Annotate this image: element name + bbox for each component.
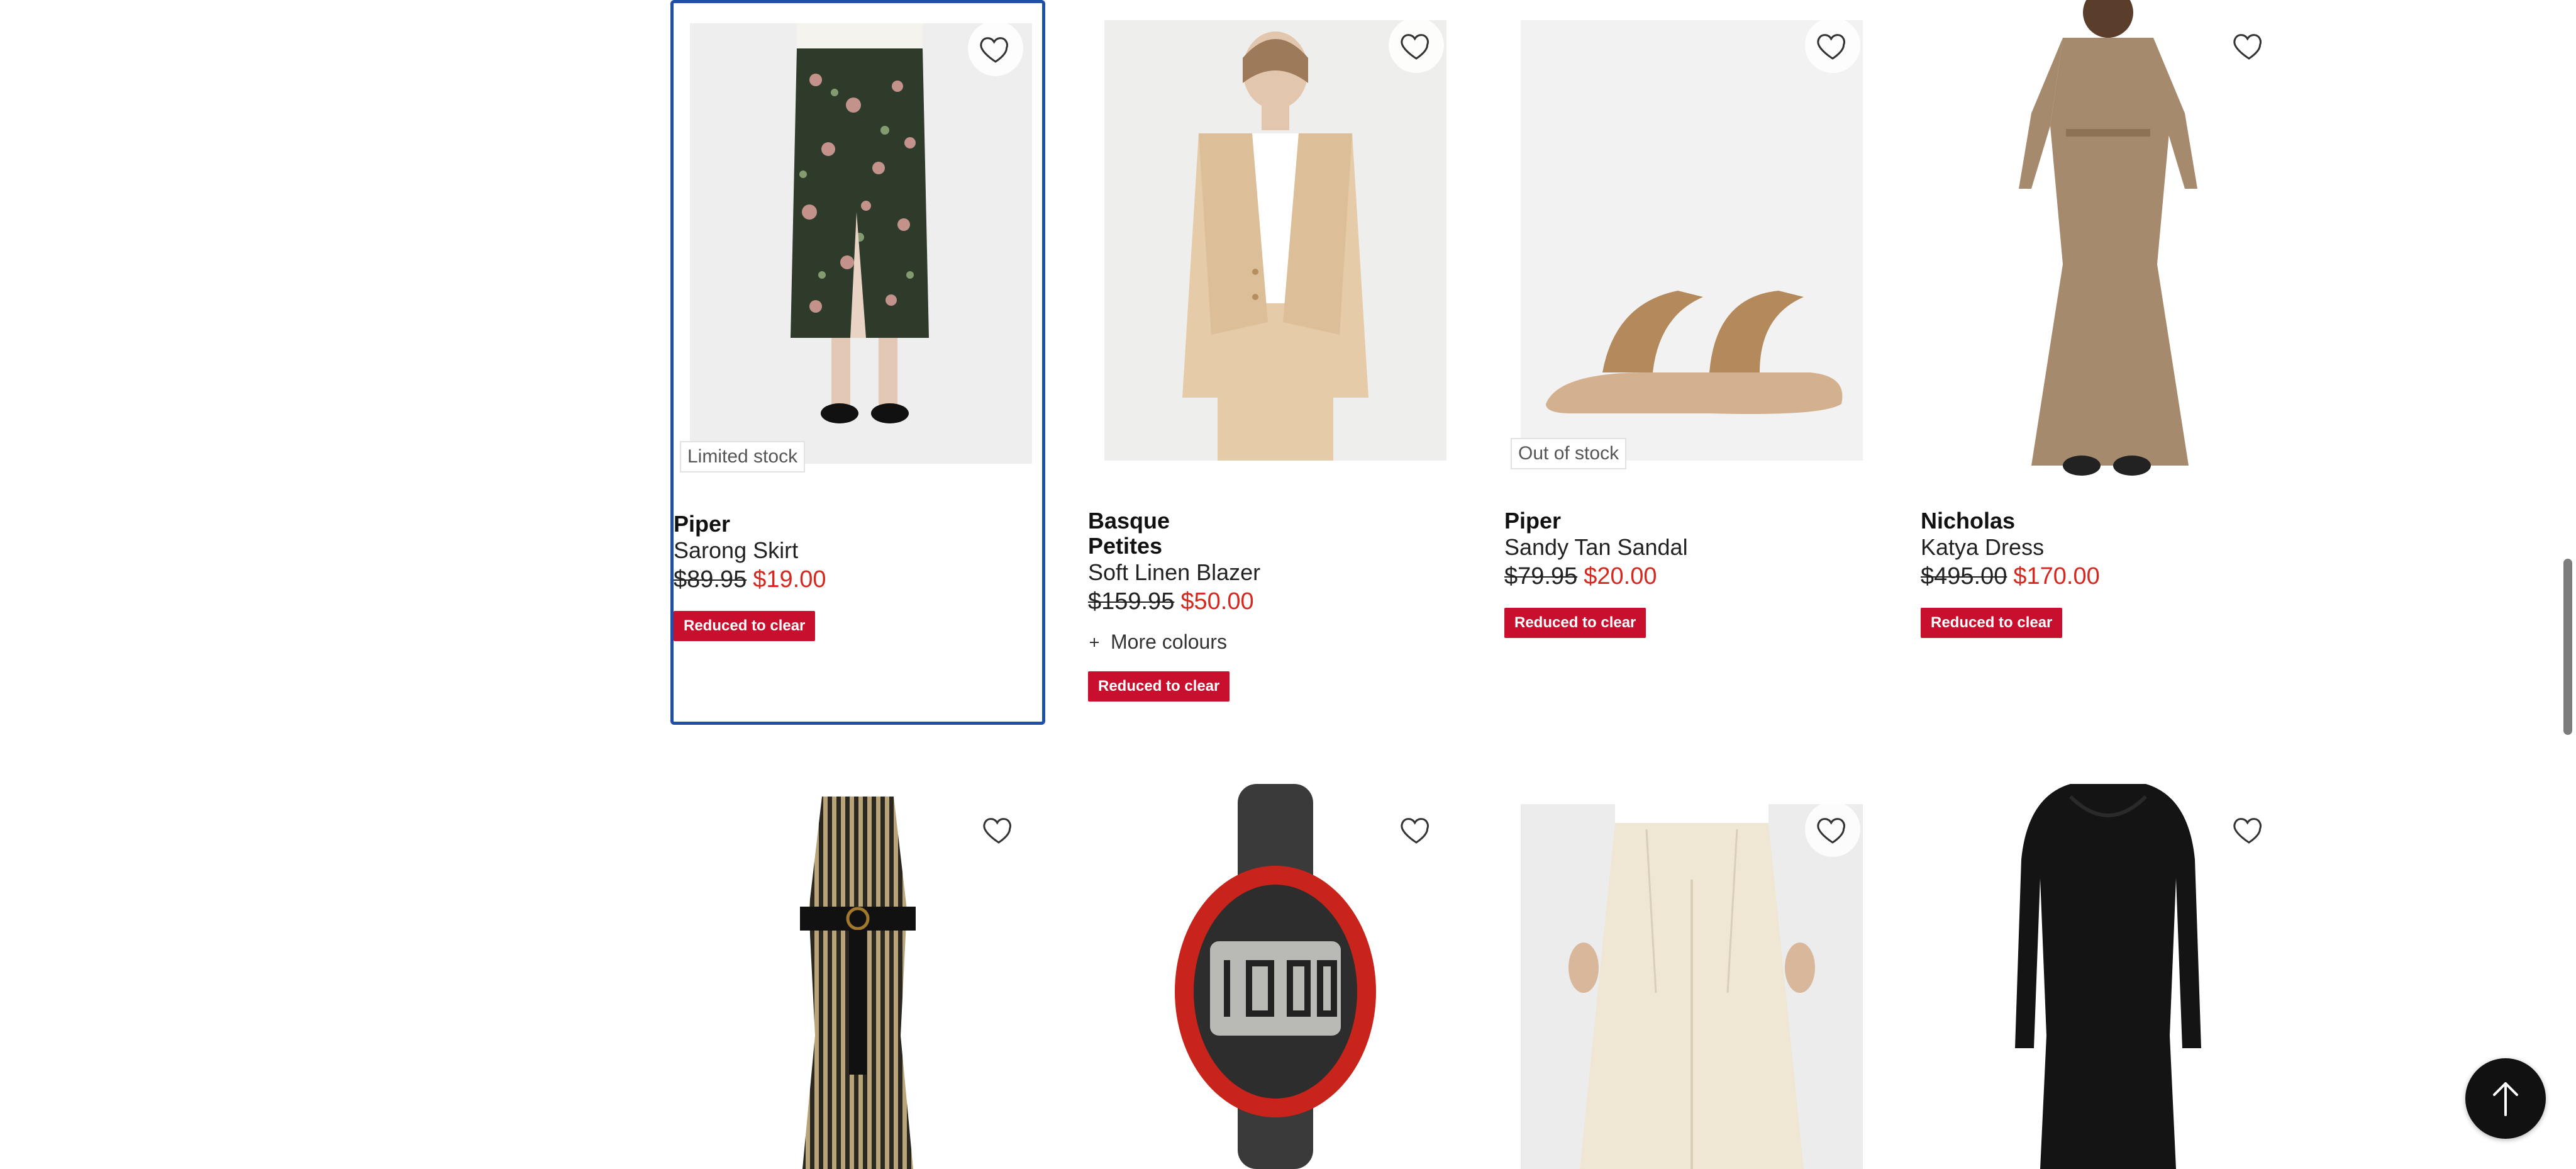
product-card-wide-leg-pants[interactable]	[1504, 784, 1879, 1169]
stock-status-badge: Limited stock	[680, 441, 806, 473]
original-price: $495.00	[1921, 563, 2007, 590]
product-card-striped-dress[interactable]	[670, 784, 1045, 1169]
dress-model-image	[1937, 0, 2279, 484]
price-row: $89.95 $19.00	[674, 564, 1045, 595]
original-price: $159.95	[1088, 588, 1175, 615]
heart-icon	[983, 818, 1011, 844]
heart-icon	[1817, 818, 1845, 844]
product-brand: Nicholas	[1921, 508, 2016, 534]
reduced-to-clear-tag: Reduced to clear	[674, 611, 816, 641]
product-name[interactable]: Soft Linen Blazer	[1088, 559, 1459, 586]
product-brand: Basque	[1088, 508, 1170, 534]
product-brand: Piper	[1504, 508, 1562, 534]
product-card-digital-watch[interactable]	[1088, 784, 1463, 1169]
heart-icon	[980, 37, 1008, 63]
wishlist-button[interactable]	[1389, 18, 1444, 73]
original-price: $79.95	[1504, 563, 1578, 590]
wishlist-button[interactable]	[968, 21, 1023, 76]
heart-icon	[2233, 818, 2262, 844]
more-colours-link[interactable]: More colours	[1088, 630, 1459, 654]
product-card-katya-dress[interactable]: Nicholas Katya Dress $495.00 $170.00 Redu…	[1921, 0, 2296, 725]
blazer-model-image	[1104, 20, 1446, 461]
wishlist-button[interactable]	[2221, 18, 2277, 73]
product-card-sandy-tan-sandal[interactable]: Out of stock Piper Sandy Tan Sandal $79.…	[1504, 0, 1879, 725]
wide-leg-pants-image	[1521, 804, 1863, 1169]
product-grid: Limited stock Piper Sarong Skirt $89.95 $…	[0, 0, 2576, 1169]
original-price: $89.95	[674, 566, 747, 593]
stock-status-badge: Out of stock	[1511, 438, 1627, 469]
product-image-wide-leg-pants[interactable]	[1521, 804, 1863, 1169]
product-card-sarong-skirt[interactable]: Limited stock Piper Sarong Skirt $89.95 $…	[670, 0, 1045, 725]
sandal-product-image	[1521, 20, 1863, 461]
product-brand: Piper	[674, 511, 731, 537]
wishlist-button[interactable]	[2221, 802, 2277, 857]
sale-price: $170.00	[2013, 563, 2100, 590]
product-image-sandy-tan-sandal[interactable]	[1521, 20, 1863, 461]
reduced-to-clear-tag: Reduced to clear	[1921, 608, 2063, 638]
product-image-sarong-skirt[interactable]	[690, 23, 1032, 464]
heart-icon	[1401, 34, 1429, 60]
reduced-to-clear-tag: Reduced to clear	[1088, 671, 1230, 702]
arrow-up-icon	[2493, 1082, 2518, 1116]
heart-icon	[1817, 34, 1845, 60]
product-card-soft-linen-blazer[interactable]: Basque Petites Soft Linen Blazer $159.95…	[1088, 0, 1463, 725]
scroll-to-top-button[interactable]	[2465, 1058, 2546, 1139]
product-card-black-dress[interactable]	[1921, 784, 2296, 1169]
plus-icon	[1090, 637, 1099, 647]
price-row: $495.00 $170.00	[1921, 561, 2292, 591]
skirt-model-image	[690, 23, 1032, 464]
product-name[interactable]: Sarong Skirt	[674, 537, 1045, 564]
wishlist-button[interactable]	[1389, 802, 1444, 857]
price-row: $79.95 $20.00	[1504, 561, 1875, 591]
product-sub-brand: Petites	[1088, 533, 1163, 559]
sale-price: $50.00	[1180, 588, 1254, 615]
page-scrollbar[interactable]	[2563, 559, 2572, 735]
sale-price: $20.00	[1584, 563, 1657, 590]
sale-price: $19.00	[753, 566, 826, 593]
wishlist-button[interactable]	[1805, 18, 1860, 73]
heart-icon	[1401, 818, 1429, 844]
product-name[interactable]: Katya Dress	[1921, 534, 2292, 561]
wishlist-button[interactable]	[1805, 802, 1860, 857]
reduced-to-clear-tag: Reduced to clear	[1504, 608, 1646, 638]
heart-icon	[2233, 34, 2262, 60]
more-colours-label: More colours	[1111, 630, 1227, 653]
product-image-katya-dress[interactable]	[1937, 0, 2279, 484]
price-row: $159.95 $50.00	[1088, 586, 1459, 617]
wishlist-button[interactable]	[971, 802, 1026, 857]
product-name[interactable]: Sandy Tan Sandal	[1504, 534, 1875, 561]
product-image-soft-linen-blazer[interactable]	[1104, 20, 1446, 461]
